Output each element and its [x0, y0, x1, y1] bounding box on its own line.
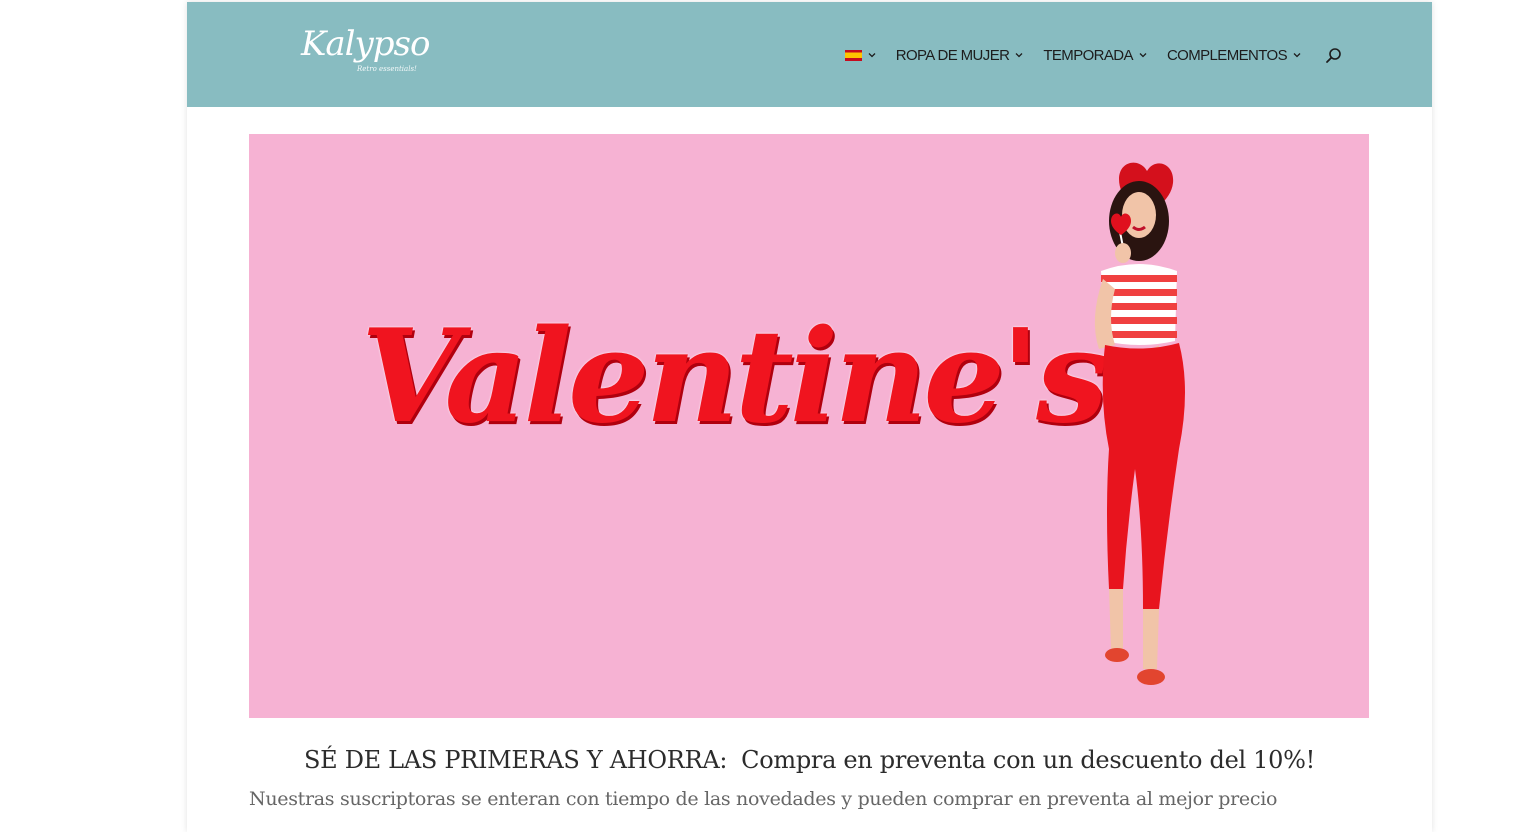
model-photo — [1094, 162, 1185, 685]
valentines-banner[interactable]: Valentine's — [249, 134, 1369, 718]
search-icon[interactable] — [1325, 47, 1342, 64]
promo-heading: SÉ DE LAS PRIMERAS Y AHORRA: Compra en pr… — [187, 746, 1432, 774]
kalypso-logo[interactable]: Kalypso Retro essentials! — [301, 22, 431, 82]
spain-flag-icon — [844, 49, 862, 61]
main-nav: ROPA DE MUJER TEMPORADA COMPLEMENTOS — [825, 42, 1342, 68]
logo-tagline: Retro essentials! — [357, 65, 417, 73]
nav-item-ropa-de-mujer[interactable]: ROPA DE MUJER — [896, 47, 1024, 64]
banner-title: Valentine's — [361, 302, 1108, 452]
chevron-down-icon — [868, 53, 876, 58]
promo-subtext: Nuestras suscriptoras se enteran con tie… — [249, 788, 1278, 810]
chevron-down-icon — [1293, 53, 1301, 58]
nav-item-complementos[interactable]: COMPLEMENTOS — [1167, 47, 1301, 64]
language-switcher[interactable] — [844, 49, 876, 61]
promo-text: Compra en preventa con un descuento del … — [741, 746, 1315, 774]
promo-lead: SÉ DE LAS PRIMERAS Y AHORRA: — [304, 746, 728, 774]
site-header: Kalypso Retro essentials! ROPA DE MUJER … — [187, 2, 1432, 107]
nav-item-label: ROPA DE MUJER — [895, 46, 1010, 64]
page-container: Kalypso Retro essentials! ROPA DE MUJER … — [187, 2, 1432, 832]
nav-item-label: TEMPORADA — [1043, 46, 1133, 64]
chevron-down-icon — [1139, 53, 1147, 58]
nav-item-temporada[interactable]: TEMPORADA — [1043, 47, 1147, 64]
chevron-down-icon — [1015, 53, 1023, 58]
logo-wordmark: Kalypso — [301, 24, 430, 64]
nav-item-label: COMPLEMENTOS — [1166, 46, 1288, 64]
